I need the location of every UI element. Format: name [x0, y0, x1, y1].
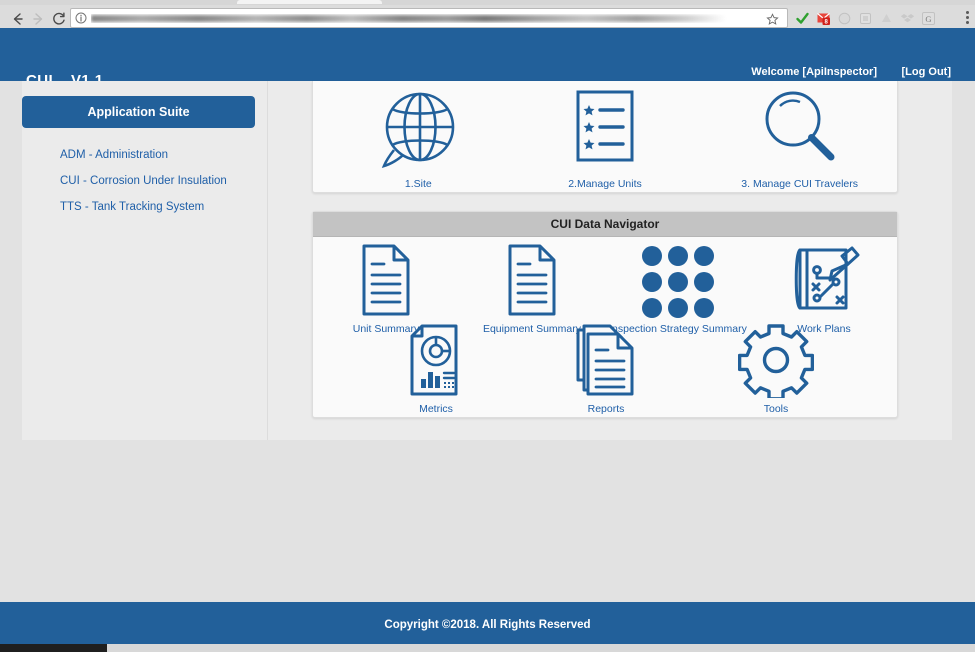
blueprint-pencil-icon: [794, 246, 860, 310]
horizontal-scrollbar-thumb[interactable]: [0, 644, 107, 652]
stacked-documents-icon: [576, 324, 634, 396]
cui-data-navigator-title: CUI Data Navigator: [313, 212, 897, 237]
tile-metrics-label: Metrics: [419, 403, 453, 415]
sidebar-item-adm[interactable]: ADM - Administration: [60, 149, 260, 161]
page-wrapper: Application Suite ADM - Administration C…: [22, 81, 952, 440]
sidebar: Application Suite ADM - Administration C…: [22, 81, 268, 440]
gear-icon: [738, 324, 814, 398]
content-area: 1.Site 2.Manage Units 3. Manage CUI Trav…: [290, 81, 952, 440]
chart-document-icon: [410, 324, 458, 396]
browser-tab-active[interactable]: [237, 0, 382, 4]
welcome-label: Welcome [ApiInspector]: [751, 66, 877, 78]
google-extension-icon[interactable]: G: [921, 11, 936, 26]
dropbox-extension-icon[interactable]: [900, 11, 915, 26]
globe-speech-bubble-icon: [382, 92, 455, 168]
sidebar-links: ADM - Administration CUI - Corrosion Und…: [60, 149, 260, 227]
svg-text:G: G: [925, 14, 931, 24]
extension-icons: 8 G: [795, 9, 936, 27]
kebab-menu-icon[interactable]: [966, 11, 970, 25]
url-bar[interactable]: [70, 8, 788, 28]
reload-icon[interactable]: [51, 11, 67, 27]
tile-manage-units[interactable]: 2.Manage Units: [530, 87, 680, 190]
url-input[interactable]: [91, 14, 781, 23]
tile-site-label: 1.Site: [404, 178, 432, 190]
navigator-row-2: Metrics Reports Tools: [351, 322, 861, 415]
cui-data-navigator-panel: CUI Data Navigator Unit Summary Equipmen…: [312, 211, 898, 418]
drive-extension-icon[interactable]: [879, 11, 894, 26]
gmail-extension-icon[interactable]: 8: [816, 11, 831, 26]
site-workflow-panel: 1.Site 2.Manage Units 3. Manage CUI Trav…: [312, 81, 898, 193]
checklist-icon: [576, 90, 634, 162]
star-icon[interactable]: [766, 13, 779, 26]
dot-grid-icon: [642, 246, 714, 318]
tile-manage-cui-travelers[interactable]: 3. Manage CUI Travelers: [725, 87, 875, 190]
tile-tools-label: Tools: [763, 403, 789, 415]
footer: Copyright ©2018. All Rights Reserved: [0, 602, 975, 648]
page-info-icon[interactable]: [75, 12, 87, 24]
tile-reports[interactable]: Reports: [531, 322, 681, 415]
circle-extension-icon[interactable]: [837, 11, 852, 26]
copyright-text: Copyright ©2018. All Rights Reserved: [384, 619, 591, 631]
forward-icon: [30, 11, 46, 27]
square-extension-icon[interactable]: [858, 11, 873, 26]
browser-chrome: 8 G: [0, 0, 975, 29]
tile-manage-units-label: 2.Manage Units: [568, 178, 642, 190]
sidebar-item-cui[interactable]: CUI - Corrosion Under Insulation: [60, 175, 260, 187]
tile-reports-label: Reports: [587, 403, 625, 415]
tile-metrics[interactable]: Metrics: [361, 322, 511, 415]
application-suite-button[interactable]: Application Suite: [22, 96, 255, 128]
browser-toolbar: 8 G: [0, 5, 975, 29]
tile-manage-cui-travelers-label: 3. Manage CUI Travelers: [741, 178, 858, 190]
tile-site[interactable]: 1.Site: [343, 87, 493, 190]
horizontal-scrollbar[interactable]: [0, 644, 975, 652]
app-header: CUI V1.1 Welcome [ApiInspector] [Log Out…: [0, 28, 975, 89]
checkmark-extension-icon[interactable]: [795, 11, 810, 26]
document-icon: [362, 244, 410, 316]
back-icon[interactable]: [10, 11, 26, 27]
logout-link[interactable]: [Log Out]: [902, 66, 951, 78]
sidebar-item-tts[interactable]: TTS - Tank Tracking System: [60, 201, 260, 213]
magnifier-icon: [765, 91, 835, 161]
tile-tools[interactable]: Tools: [701, 322, 851, 415]
site-workflow-tiles: 1.Site 2.Manage Units 3. Manage CUI Trav…: [313, 87, 897, 190]
document-icon: [508, 244, 556, 316]
